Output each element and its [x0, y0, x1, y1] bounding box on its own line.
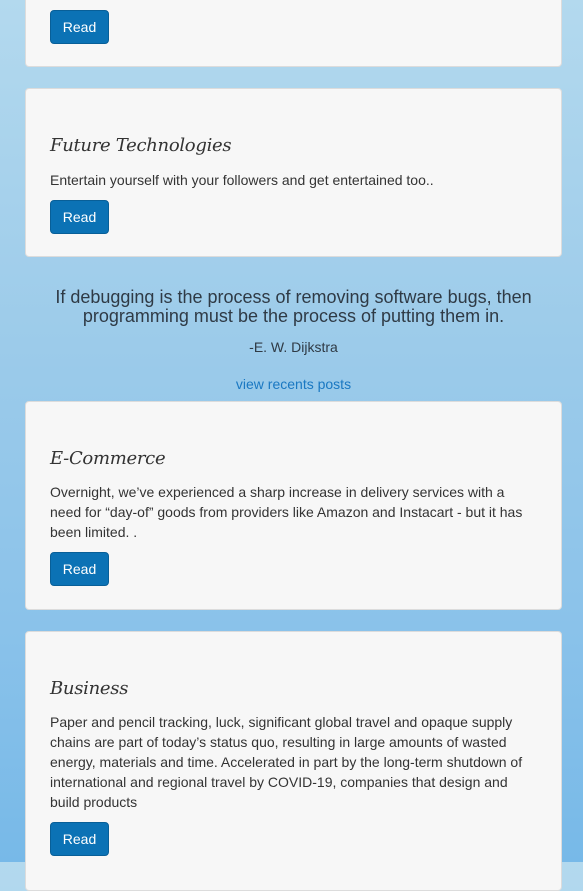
post-excerpt: Paper and pencil tracking, luck, signifi… [50, 714, 523, 810]
post-card: Future Technologies Entertain yourself w… [25, 88, 562, 257]
post-title: Business [50, 678, 129, 699]
post-excerpt: Entertain yourself with your followers a… [50, 172, 434, 188]
read-button[interactable]: Read [50, 10, 109, 44]
post-card: Business Paper and pencil tracking, luck… [25, 631, 562, 891]
post-title: E-Commerce [50, 448, 166, 469]
post-excerpt: Overnight, we’ve experienced a sharp inc… [50, 484, 523, 540]
post-card: Read [25, 0, 562, 67]
quote-text: If debugging is the process of removing … [55, 287, 532, 326]
read-button[interactable]: Read [50, 200, 109, 234]
view-recent-posts-link[interactable]: view recents posts [25, 376, 562, 392]
post-card: E-Commerce Overnight, we’ve experienced … [25, 401, 562, 610]
post-title: Future Technologies [50, 135, 232, 156]
read-button[interactable]: Read [50, 552, 109, 586]
read-button[interactable]: Read [50, 822, 109, 856]
quote-author: -E. W. Dijkstra [249, 339, 338, 355]
